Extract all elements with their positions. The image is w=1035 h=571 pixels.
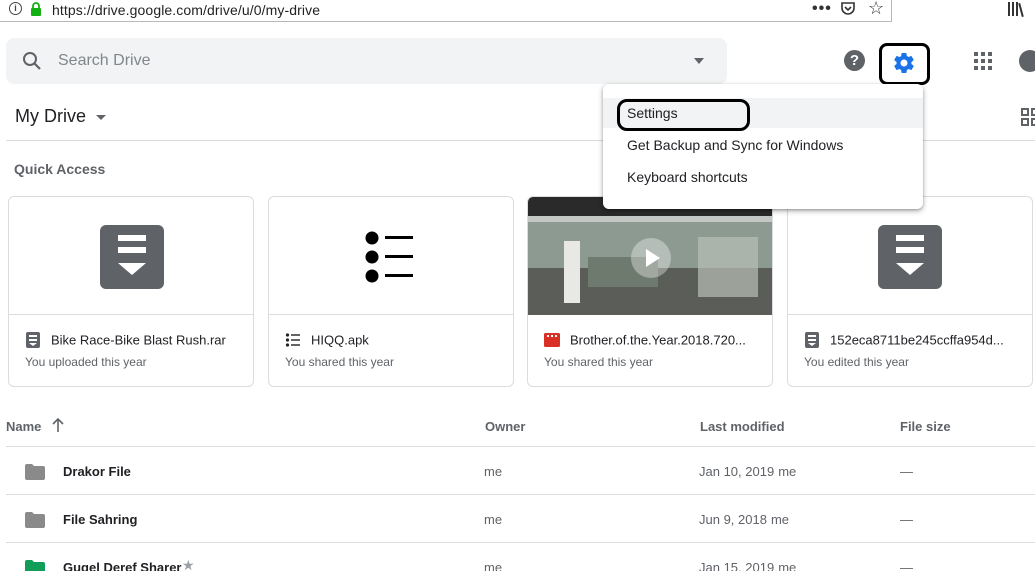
- browser-url-bar[interactable]: i https://drive.google.com/drive/u/0/my-…: [0, 0, 892, 22]
- apps-grid-icon[interactable]: [974, 52, 992, 70]
- file-name: Gugel Deref Sharer: [63, 560, 182, 571]
- card-subtitle: You shared this year: [544, 355, 653, 369]
- video-thumbnail: [528, 197, 772, 315]
- folder-icon: [25, 464, 45, 480]
- shared-folder-icon: [25, 560, 45, 571]
- quick-access-card[interactable]: HIQQ.apk You shared this year: [268, 196, 514, 387]
- search-options-dropdown-icon[interactable]: [694, 58, 704, 64]
- column-header-file-size: File size: [900, 419, 951, 434]
- list-file-icon: [285, 333, 300, 347]
- archive-icon: [878, 225, 942, 289]
- column-header-last-modified[interactable]: Last modified: [700, 419, 785, 434]
- settings-button[interactable]: [879, 43, 930, 85]
- quick-access-title: Quick Access: [14, 161, 106, 177]
- file-last-modified: Jan 15, 2019 me: [699, 560, 797, 571]
- grid-view-icon[interactable]: [1021, 108, 1035, 126]
- gear-icon[interactable]: [892, 51, 916, 75]
- table-row[interactable]: Drakor File me Jan 10, 2019 me —: [6, 447, 1035, 495]
- video-file-icon: [544, 332, 560, 347]
- search-bar[interactable]: [6, 38, 727, 84]
- search-icon[interactable]: [22, 51, 42, 71]
- bookmark-star-icon[interactable]: ☆: [868, 0, 884, 19]
- card-thumbnail: [269, 197, 513, 315]
- library-icon[interactable]: [1007, 1, 1027, 17]
- pocket-icon[interactable]: [840, 1, 856, 17]
- site-info-icon[interactable]: i: [9, 2, 22, 15]
- sort-ascending-icon[interactable]: [51, 417, 65, 433]
- file-size: —: [900, 512, 913, 527]
- file-size: —: [900, 560, 913, 571]
- list-icon: [365, 231, 413, 283]
- chevron-down-icon[interactable]: [96, 115, 106, 120]
- file-name: File Sahring: [63, 512, 138, 527]
- file-owner: me: [484, 560, 503, 571]
- archive-icon: [100, 225, 164, 289]
- card-subtitle: You shared this year: [285, 355, 394, 369]
- card-file-name: Bike Race-Bike Blast Rush.rar: [51, 332, 226, 348]
- card-file-name: 152eca8711be245ccffa954d...: [830, 332, 1004, 348]
- page-actions-icon[interactable]: •••: [812, 0, 832, 18]
- settings-highlight-annotation: [617, 99, 750, 131]
- card-subtitle: You edited this year: [804, 355, 909, 369]
- notifications-icon[interactable]: [1019, 50, 1035, 72]
- card-thumbnail: [528, 197, 772, 315]
- table-row[interactable]: Gugel Deref Sharer ★ me Jan 15, 2019 me —: [6, 543, 1035, 571]
- file-name: Drakor File: [63, 464, 131, 479]
- quick-access-card[interactable]: Bike Race-Bike Blast Rush.rar You upload…: [8, 196, 254, 387]
- archive-file-icon: [26, 331, 40, 348]
- column-header-name[interactable]: Name: [6, 419, 41, 434]
- table-row[interactable]: File Sahring me Jun 9, 2018 me —: [6, 495, 1035, 543]
- file-last-modified: Jun 9, 2018 me: [699, 512, 790, 527]
- menu-item-backup-and-sync[interactable]: Get Backup and Sync for Windows: [603, 130, 923, 160]
- file-owner: me: [484, 464, 503, 479]
- quick-access-card[interactable]: Brother.of.the.Year.2018.720... You shar…: [527, 196, 773, 387]
- page-title[interactable]: My Drive: [15, 106, 86, 127]
- card-file-name: HIQQ.apk: [311, 332, 369, 348]
- help-icon[interactable]: ?: [844, 50, 865, 71]
- file-size: —: [900, 464, 913, 479]
- column-header-owner: Owner: [485, 419, 526, 434]
- folder-icon: [25, 512, 45, 528]
- star-icon: ★: [182, 557, 195, 571]
- card-thumbnail: [788, 197, 1032, 315]
- url-text[interactable]: https://drive.google.com/drive/u/0/my-dr…: [52, 2, 320, 18]
- search-input[interactable]: [58, 46, 658, 76]
- archive-file-icon: [805, 331, 819, 348]
- file-last-modified: Jan 10, 2019 me: [699, 464, 797, 479]
- menu-item-keyboard-shortcuts[interactable]: Keyboard shortcuts: [603, 162, 923, 192]
- play-icon[interactable]: [631, 238, 671, 278]
- card-thumbnail: [9, 197, 253, 315]
- card-file-name: Brother.of.the.Year.2018.720...: [570, 332, 746, 348]
- card-subtitle: You uploaded this year: [25, 355, 147, 369]
- file-owner: me: [484, 512, 503, 527]
- quick-access-card[interactable]: 152eca8711be245ccffa954d... You edited t…: [787, 196, 1033, 387]
- lock-icon: [31, 2, 41, 16]
